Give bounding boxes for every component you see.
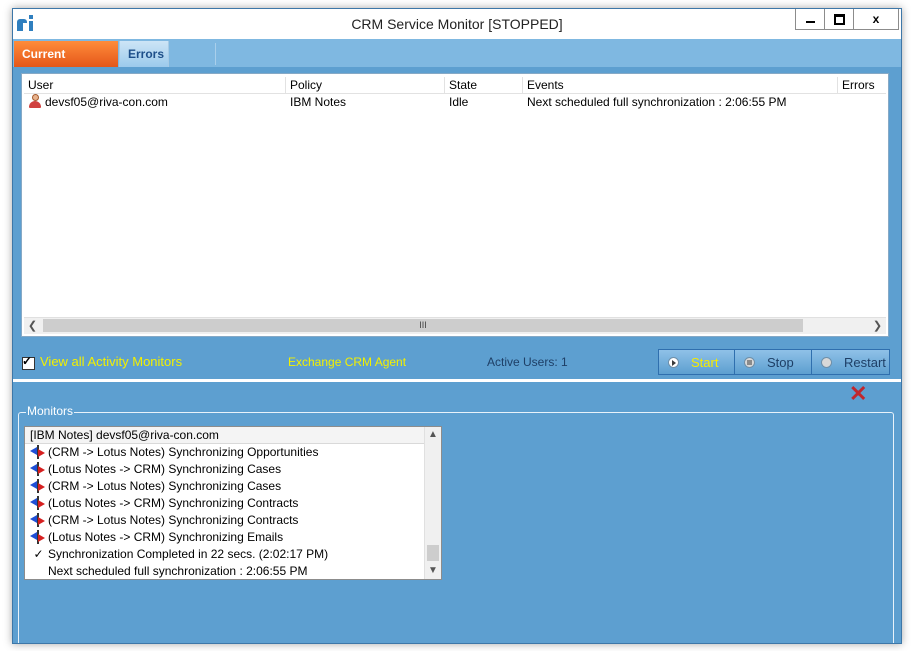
list-item: (CRM -> Lotus Notes) Synchronizing Cases xyxy=(25,478,281,495)
activity-list-header: User Policy State Events Errors xyxy=(24,77,886,94)
splitter-bar[interactable] xyxy=(13,379,901,382)
vertical-scrollbar[interactable]: ▲ ▼ xyxy=(424,427,441,579)
tab-errors[interactable]: Errors xyxy=(119,41,169,67)
monitors-legend: Monitors xyxy=(26,404,75,418)
monitor-header: [IBM Notes] devsf05@riva-con.com xyxy=(25,427,425,444)
cell-user: devsf05@riva-con.com xyxy=(24,93,286,111)
list-item: (CRM -> Lotus Notes) Synchronizing Oppor… xyxy=(25,444,318,461)
start-button[interactable]: Start xyxy=(658,349,735,375)
view-all-monitors-checkbox[interactable]: ✓ xyxy=(22,354,35,370)
scroll-thumb[interactable]: III xyxy=(43,319,803,332)
column-header-user[interactable]: User xyxy=(24,77,286,93)
user-icon xyxy=(28,94,42,109)
list-item: (Lotus Notes -> CRM) Synchronizing Email… xyxy=(25,529,283,546)
restart-button[interactable]: Restart xyxy=(812,349,890,375)
play-icon xyxy=(668,356,679,368)
restart-icon xyxy=(821,356,832,368)
cell-policy: IBM Notes xyxy=(290,95,347,109)
sync-icon xyxy=(30,478,47,493)
scroll-thumb[interactable] xyxy=(427,545,439,561)
list-item: (CRM -> Lotus Notes) Synchronizing Contr… xyxy=(25,512,298,529)
horizontal-scrollbar[interactable]: ❮ III ❯ xyxy=(24,317,886,334)
list-item: ✓ Synchronization Completed in 22 secs. (… xyxy=(25,546,328,563)
tab-strip: Current Activity Errors xyxy=(13,39,901,87)
tab-divider xyxy=(215,43,216,65)
scroll-up-icon[interactable]: ▲ xyxy=(425,427,441,443)
maximize-icon xyxy=(833,13,845,25)
maximize-button[interactable] xyxy=(825,9,854,30)
restart-button-label: Restart xyxy=(844,354,886,370)
window-title: CRM Service Monitor [STOPPED] xyxy=(351,16,563,32)
cell-state: Idle xyxy=(449,95,469,109)
app-window: CRM Service Monitor [STOPPED] x Current … xyxy=(12,8,902,644)
scroll-down-icon[interactable]: ▼ xyxy=(425,563,441,579)
sync-icon xyxy=(30,529,47,544)
close-icon: x xyxy=(872,12,880,26)
sync-icon xyxy=(30,512,47,527)
sync-icon xyxy=(30,444,47,459)
active-users-count: Active Users: 1 xyxy=(487,355,568,369)
tab-current-activity[interactable]: Current Activity xyxy=(14,41,118,87)
sync-icon xyxy=(30,461,47,476)
list-item: (Lotus Notes -> CRM) Synchronizing Cases xyxy=(25,461,281,478)
column-header-events[interactable]: Events xyxy=(523,77,838,93)
scroll-left-icon[interactable]: ❮ xyxy=(24,318,41,334)
monitor-panel[interactable]: [IBM Notes] devsf05@riva-con.com (CRM ->… xyxy=(24,426,442,580)
stop-icon xyxy=(744,356,755,368)
close-monitor-icon[interactable]: ✕ xyxy=(849,383,867,405)
stop-button[interactable]: Stop xyxy=(735,349,812,375)
stop-button-label: Stop xyxy=(767,354,794,370)
column-header-policy[interactable]: Policy xyxy=(286,77,445,93)
column-header-state[interactable]: State xyxy=(445,77,523,93)
minimize-icon xyxy=(805,21,815,23)
cell-events: Next scheduled full synchronization : 2:… xyxy=(527,95,787,109)
check-icon: ✓ xyxy=(33,547,44,561)
column-header-errors[interactable]: Errors xyxy=(838,77,886,93)
minimize-button[interactable] xyxy=(795,9,825,30)
activity-list[interactable]: User Policy State Events Errors devsf05@… xyxy=(21,73,889,337)
view-all-monitors-label[interactable]: View all Activity Monitors xyxy=(40,354,182,369)
list-item: (Lotus Notes -> CRM) Synchronizing Contr… xyxy=(25,495,298,512)
sync-icon xyxy=(30,495,47,510)
start-button-label: Start xyxy=(691,354,719,370)
title-bar[interactable]: CRM Service Monitor [STOPPED] x xyxy=(13,9,901,39)
close-window-button[interactable]: x xyxy=(854,9,899,30)
table-row[interactable]: devsf05@riva-con.com IBM Notes Idle Next… xyxy=(24,93,886,111)
checkmark-icon: ✓ xyxy=(22,354,33,368)
cell-errors xyxy=(838,93,886,111)
list-item: Next scheduled full synchronization : 2:… xyxy=(48,564,308,578)
agent-name-label: Exchange CRM Agent xyxy=(288,355,407,369)
scroll-right-icon[interactable]: ❯ xyxy=(869,318,886,334)
